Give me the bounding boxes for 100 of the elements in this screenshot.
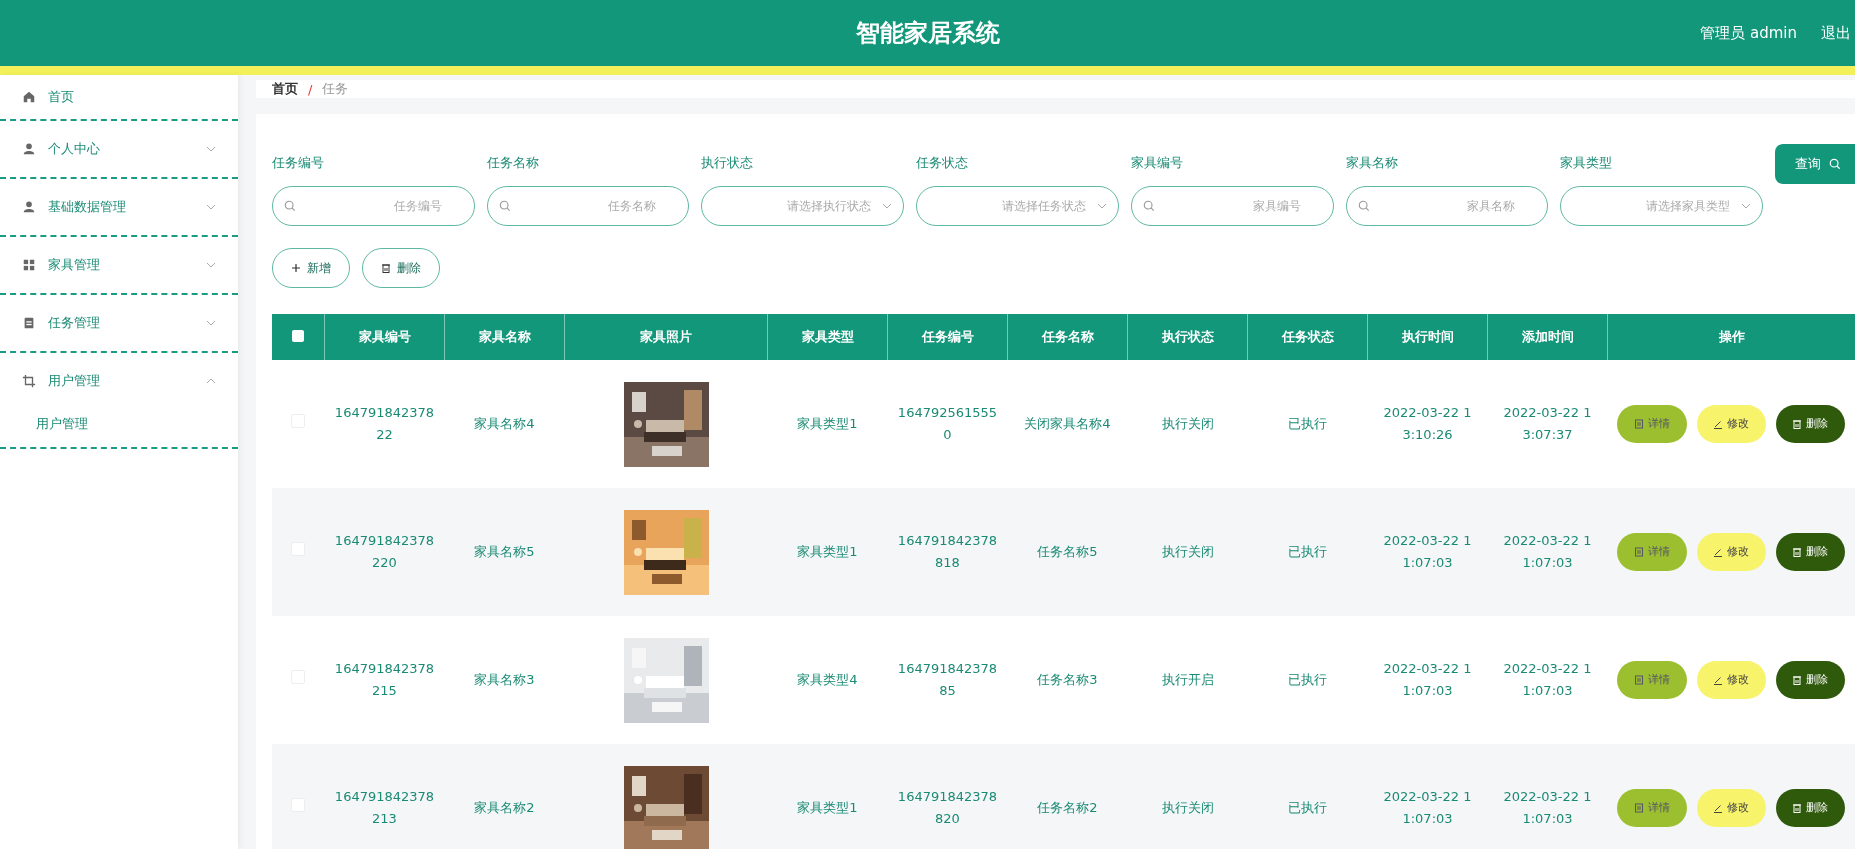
table-cell: 2022-03-22 13:10:26	[1367, 360, 1488, 488]
edit-button[interactable]: 修改	[1696, 661, 1766, 699]
table-cell: 执行关闭	[1127, 488, 1248, 616]
search-icon	[1357, 200, 1370, 212]
table-cell: 2022-03-22 11:07:03	[1367, 744, 1488, 849]
edit-button[interactable]: 修改	[1696, 789, 1766, 827]
table-cell: 执行开启	[1127, 616, 1248, 744]
user-label: 管理员 admin	[1700, 23, 1797, 43]
filter-label: 执行状态	[701, 154, 755, 172]
delete-button[interactable]: 删除	[1775, 405, 1845, 443]
delete-button[interactable]: 删除	[362, 248, 440, 288]
breadcrumb-item: 任务	[322, 80, 349, 98]
filter-label: 家具名称	[1345, 154, 1399, 172]
column-header: 任务名称	[1007, 314, 1128, 360]
table-cell: 164791842378220	[324, 488, 445, 616]
filter-label: 家具编号	[1130, 154, 1184, 172]
column-header: 操作	[1607, 314, 1855, 360]
chevron-icon	[206, 262, 216, 268]
plus-icon	[291, 263, 301, 273]
search-icon	[1142, 200, 1155, 212]
edit-button[interactable]: 修改	[1696, 533, 1766, 571]
table-cell: 16479184237822	[324, 360, 445, 488]
column-header: 执行时间	[1367, 314, 1488, 360]
column-header: 执行状态	[1127, 314, 1248, 360]
column-header: 家具类型	[767, 314, 888, 360]
table-cell: 家具类型1	[767, 744, 888, 849]
table-cell: 家具名称4	[444, 360, 565, 488]
table-cell: 2022-03-22 11:07:03	[1367, 488, 1488, 616]
trash-icon	[1792, 803, 1803, 813]
filter-label: 任务状态	[916, 154, 970, 172]
table-cell: 164791842378818	[887, 488, 1008, 616]
sidebar-item[interactable]: 家具管理	[0, 237, 238, 293]
edit-button[interactable]: 修改	[1696, 405, 1766, 443]
trash-icon	[381, 263, 391, 273]
table-cell: 164791842378215	[324, 616, 445, 744]
table-cell: 关闭家具名称4	[1007, 360, 1128, 488]
delete-button[interactable]: 删除	[1775, 533, 1845, 571]
filter-label: 家具类型	[1560, 154, 1614, 172]
search-icon	[1829, 158, 1842, 170]
sidebar-item[interactable]: 用户管理	[0, 353, 238, 409]
table-cell: 家具名称5	[444, 488, 565, 616]
select-field[interactable]: 请选择任务状态	[916, 186, 1119, 226]
document-icon	[1634, 419, 1645, 429]
column-header: 家具照片	[564, 314, 768, 360]
sidebar-item[interactable]: 首页	[0, 75, 238, 119]
detail-button[interactable]: 详情	[1617, 533, 1687, 571]
pencil-icon	[1713, 547, 1724, 557]
table-cell: 已执行	[1247, 744, 1368, 849]
search-field[interactable]: 家具名称	[1345, 186, 1549, 226]
select-all-checkbox[interactable]	[292, 329, 304, 342]
breadcrumb-item[interactable]: 首页	[272, 80, 298, 98]
search-field[interactable]: 任务编号	[272, 186, 475, 226]
table-cell: 家具名称2	[444, 744, 565, 849]
search-icon	[498, 200, 511, 212]
detail-button[interactable]: 详情	[1617, 405, 1687, 443]
trash-icon	[1792, 675, 1803, 685]
search-field[interactable]: 家具编号	[1130, 186, 1334, 226]
document-icon	[1634, 803, 1645, 813]
trash-icon	[1792, 419, 1803, 429]
table-cell: 家具名称3	[444, 616, 565, 744]
breadcrumb-separator: /	[308, 81, 313, 97]
clipboard-icon	[22, 316, 36, 330]
column-header: 任务状态	[1247, 314, 1368, 360]
select-field[interactable]: 请选择执行状态	[701, 186, 905, 226]
logout-link[interactable]: 退出	[1821, 23, 1855, 43]
detail-button[interactable]: 详情	[1617, 789, 1687, 827]
filter-label: 任务编号	[272, 154, 325, 172]
delete-button[interactable]: 删除	[1775, 789, 1845, 827]
table-cell: 家具类型4	[767, 616, 888, 744]
delete-button[interactable]: 删除	[1775, 661, 1845, 699]
table-cell: 2022-03-22 11:07:03	[1367, 616, 1488, 744]
pencil-icon	[1713, 675, 1724, 685]
table-cell: 16479184237885	[887, 616, 1008, 744]
grid-icon	[22, 258, 36, 272]
query-button[interactable]: 查询	[1775, 144, 1855, 184]
sidebar-item[interactable]: 任务管理	[0, 295, 238, 351]
sidebar-subitem[interactable]: 用户管理	[0, 409, 88, 447]
table-cell: 家具类型1	[767, 360, 888, 488]
table-cell: 2022-03-22 11:07:03	[1487, 488, 1608, 616]
sidebar-item[interactable]: 基础数据管理	[0, 179, 238, 235]
search-field[interactable]: 任务名称	[486, 186, 690, 226]
table-cell: 任务名称5	[1007, 488, 1128, 616]
pencil-icon	[1713, 419, 1724, 429]
table-cell: 164791842378820	[887, 744, 1008, 849]
select-field[interactable]: 请选择家具类型	[1560, 186, 1764, 226]
table-cell: 家具类型1	[767, 488, 888, 616]
chevron-icon	[206, 378, 216, 384]
trash-icon	[1792, 547, 1803, 557]
table-cell: 任务名称2	[1007, 744, 1128, 849]
detail-button[interactable]: 详情	[1617, 661, 1687, 699]
add-button[interactable]: 新增	[272, 248, 350, 288]
app-title: 智能家居系统	[855, 18, 1000, 49]
table-cell: 执行关闭	[1127, 744, 1248, 849]
table-cell: 执行关闭	[1127, 360, 1248, 488]
table-cell: 1647925615550	[887, 360, 1008, 488]
table-cell: 164791842378213	[324, 744, 445, 849]
table-cell: 已执行	[1247, 360, 1368, 488]
user-icon	[22, 142, 36, 156]
sidebar-item[interactable]: 个人中心	[0, 121, 238, 177]
column-header: 任务编号	[887, 314, 1008, 360]
